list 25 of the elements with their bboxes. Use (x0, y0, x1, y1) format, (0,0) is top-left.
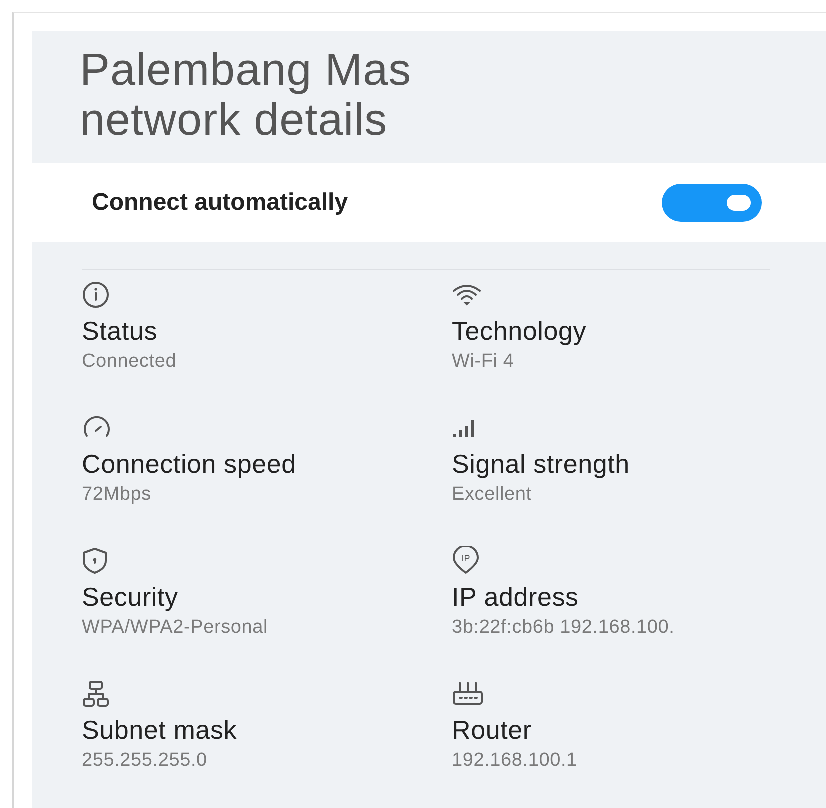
detail-label: Signal strength (452, 449, 630, 480)
wifi-icon (452, 283, 482, 308)
detail-value: 72Mbps (82, 484, 152, 506)
detail-label: Connection speed (82, 449, 296, 480)
detail-value: Connected (82, 351, 177, 374)
detail-value: 255.255.255.0 (82, 750, 208, 772)
detail-value: 192.168.100.1 (452, 750, 578, 772)
info-icon (82, 281, 110, 310)
network-icon (82, 680, 110, 708)
shield-icon (82, 547, 108, 576)
detail-label: Status (82, 316, 158, 348)
page-title: network details (80, 95, 389, 145)
detail-value: Wi-Fi 4 (452, 351, 514, 374)
detail-label: Technology (452, 316, 587, 348)
location-pin-icon: IP (452, 546, 480, 576)
detail-value: WPA/WPA2-Personal (82, 617, 268, 640)
setting-label: Connect automatically (92, 188, 348, 217)
detail-value: 3b:22f:cb6b 192.168.100. (452, 617, 675, 640)
toggle-switch[interactable] (662, 184, 762, 222)
detail-label: Subnet mask (82, 715, 238, 746)
page-title: Palembang Mas (80, 45, 413, 95)
detail-label: Router (452, 715, 532, 746)
detail-label: Security (82, 582, 178, 614)
detail-value: Excellent (452, 484, 532, 506)
detail-label: IP address (452, 582, 579, 614)
